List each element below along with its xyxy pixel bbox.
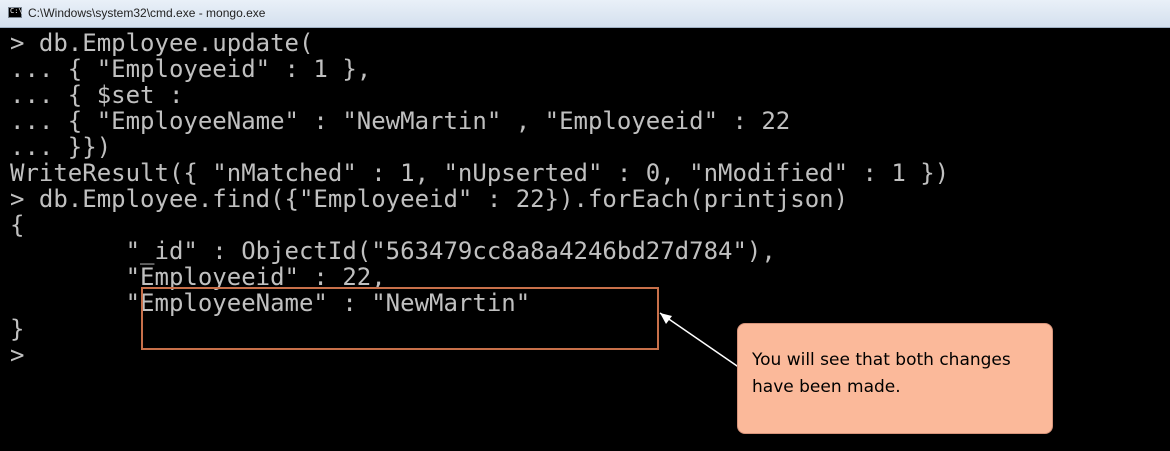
console-line: > db.Employee.update( — [10, 29, 314, 57]
title-bar[interactable]: C:\ C:\Windows\system32\cmd.exe - mongo.… — [0, 0, 1170, 28]
highlight-box — [141, 287, 659, 350]
callout-box: You will see that both changes have been… — [737, 323, 1053, 434]
console-line: ... { $set : — [10, 81, 184, 109]
window-title: C:\Windows\system32\cmd.exe - mongo.exe — [28, 6, 266, 20]
command-prompt-window: C:\ C:\Windows\system32\cmd.exe - mongo.… — [0, 0, 1170, 451]
callout-text: You will see that both changes have been… — [752, 350, 1011, 397]
write-result-line: WriteResult({ "nMatched" : 1, "nUpserted… — [10, 159, 950, 187]
console-line: ... }}) — [10, 133, 112, 161]
console-line: > db.Employee.find({"Employeeid" : 22}).… — [10, 185, 849, 213]
console-icon: C:\ — [8, 7, 23, 18]
console-line: ... { "EmployeeName" : "NewMartin" , "Em… — [10, 107, 791, 135]
console-line: { — [10, 211, 25, 239]
console-line: ... { "Employeeid" : 1 }, — [10, 55, 372, 83]
object-id-line: "_id" : ObjectId("563479cc8a8a4246bd27d7… — [10, 237, 776, 265]
